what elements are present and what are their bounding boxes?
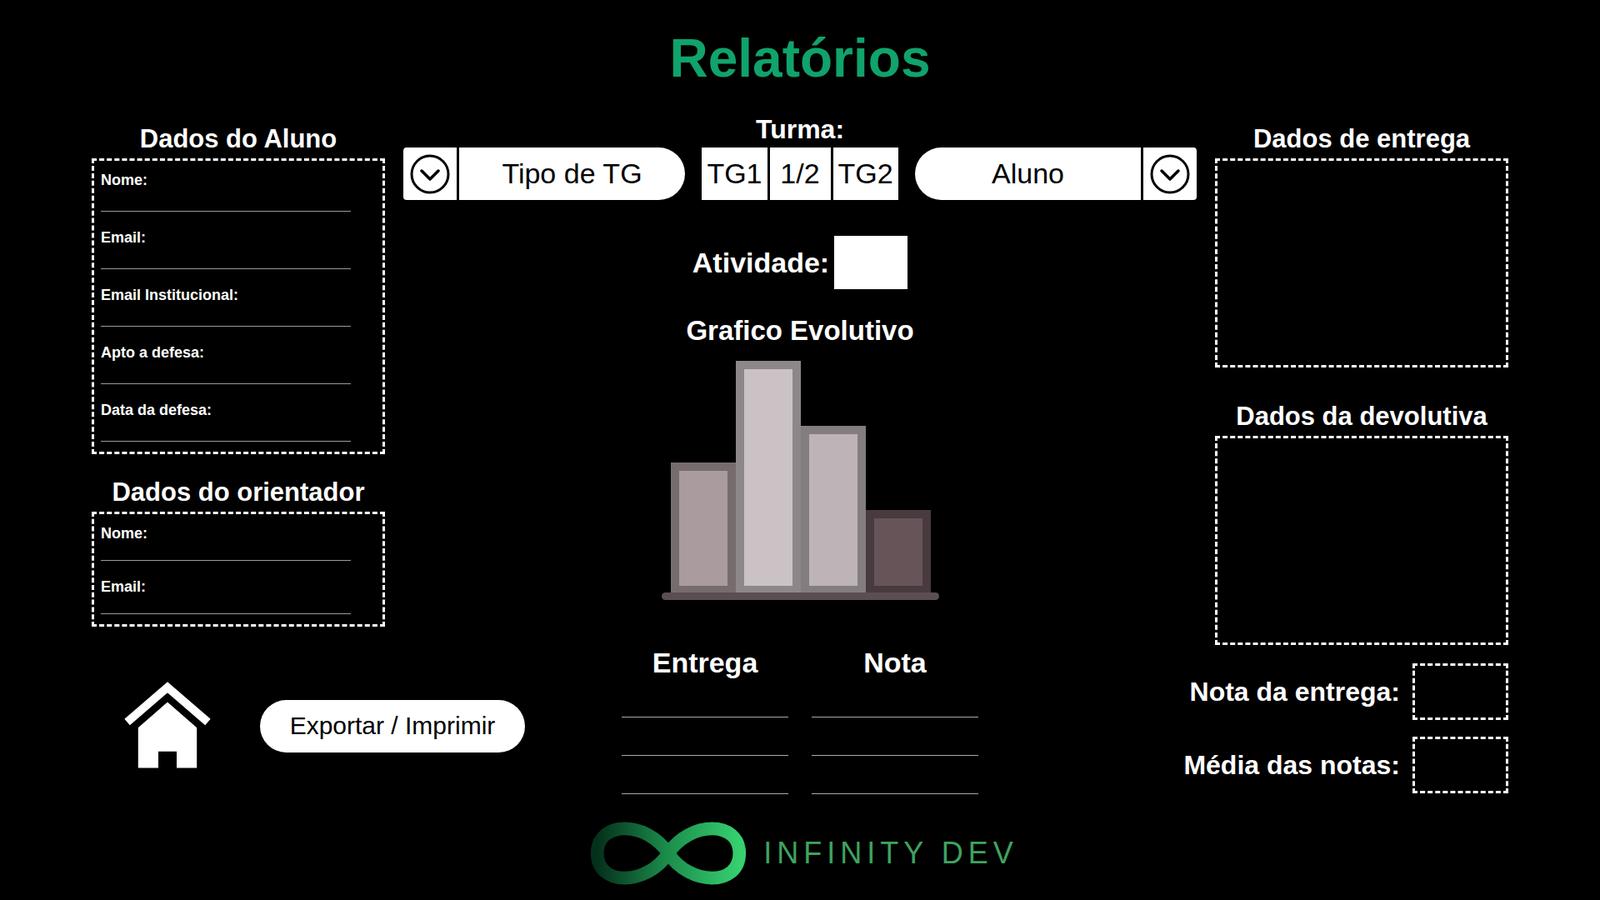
center-column: Tipo de TG Turma:TG11/2TG2 Aluno Atividade:… xyxy=(403,113,1197,795)
advisor-heading: Dados do orientador xyxy=(91,476,385,509)
field-label: Data da defesa: xyxy=(100,400,376,420)
actions-row: Exportar / Imprimir xyxy=(91,680,385,772)
field-label: Email: xyxy=(100,577,376,596)
main-content: Dados do Aluno Nome: Email: Email Instituci… xyxy=(91,113,1509,795)
dropdown-toggle[interactable] xyxy=(1143,147,1197,200)
chevron-down-icon xyxy=(1149,153,1191,195)
chart-bar xyxy=(670,462,736,595)
field-label: Apto a defesa: xyxy=(100,343,376,362)
class-option[interactable]: TG2 xyxy=(830,147,899,200)
field-value xyxy=(100,193,351,212)
brand-name: INFINITY DEV xyxy=(763,835,1018,871)
activity-input[interactable] xyxy=(834,235,908,290)
grades-cell xyxy=(621,717,789,756)
info-field: Email: xyxy=(100,569,376,623)
dropdown-toggle[interactable] xyxy=(403,147,457,200)
page-title: Relatórios xyxy=(670,26,931,90)
summary-row: Nota da entrega: xyxy=(1190,663,1509,720)
student-box: Nome: Email: Email Institucional: Apto a de… xyxy=(91,158,385,455)
filter-row: Tipo de TG Turma:TG11/2TG2 Aluno xyxy=(403,113,1197,200)
home-icon xyxy=(121,680,214,772)
right-column: Dados de entregaDados da devolutivaNota … xyxy=(1215,113,1509,794)
dropdown-value: Tipo de TG xyxy=(456,147,685,200)
grades-cell xyxy=(811,717,979,756)
brand-logo: INFINITY DEV xyxy=(581,810,1018,900)
field-value xyxy=(100,250,351,270)
dropdown-value: Aluno xyxy=(915,147,1144,200)
chart-bars xyxy=(661,354,940,595)
grades-cell xyxy=(811,679,979,718)
class-label: Turma: xyxy=(755,113,845,145)
info-field: Nome: xyxy=(100,515,376,570)
student-heading: Dados do Aluno xyxy=(91,123,385,155)
feedback-box xyxy=(1215,435,1509,645)
summary-label: Média das notas: xyxy=(1183,750,1400,781)
chevron-down-icon xyxy=(409,153,451,195)
field-value xyxy=(100,595,351,615)
field-label: Nome: xyxy=(100,524,376,543)
grades-cell xyxy=(621,679,789,718)
summary-label: Nota da entrega: xyxy=(1190,676,1400,708)
info-field: Nome: xyxy=(100,162,376,220)
class-segment: TG11/2TG2 xyxy=(701,147,898,200)
type-dropdown[interactable]: Tipo de TG xyxy=(403,147,685,200)
chart-bar xyxy=(735,360,801,595)
field-label: Email: xyxy=(100,228,376,247)
info-field: Data da defesa: xyxy=(100,392,376,450)
grades-header: Entrega xyxy=(621,645,789,680)
chart-title: Grafico Evolutivo xyxy=(403,314,1197,348)
activity-row: Atividade: xyxy=(403,235,1197,290)
export-button[interactable]: Exportar / Imprimir xyxy=(260,700,525,753)
field-value xyxy=(100,423,351,442)
activity-label: Atividade: xyxy=(692,246,830,280)
info-field: Email: xyxy=(100,220,376,278)
grades-cell xyxy=(621,755,789,795)
infinity-logo-icon xyxy=(581,810,755,897)
field-value xyxy=(100,542,351,561)
grades-header: Nota xyxy=(811,645,979,680)
class-option[interactable]: TG1 xyxy=(701,147,767,200)
delivery-box xyxy=(1215,158,1509,368)
student-dropdown[interactable]: Aluno xyxy=(915,147,1197,200)
field-label: Nome: xyxy=(100,170,376,190)
grades-table: Entrega Nota xyxy=(403,645,1197,795)
field-label: Email Institucional: xyxy=(100,285,376,305)
feedback-heading: Dados da devolutiva xyxy=(1215,400,1509,433)
summary-value xyxy=(1412,736,1509,794)
field-value xyxy=(100,308,351,327)
chart-bar xyxy=(800,425,866,595)
delivery-heading: Dados de entrega xyxy=(1215,123,1509,155)
class-option[interactable]: 1/2 xyxy=(767,147,831,200)
reports-page: Relatórios Dados do Aluno Nome: Email: Email… xyxy=(0,0,1600,900)
field-value xyxy=(100,365,351,385)
advisor-box: Nome: Email: xyxy=(91,511,385,627)
chart-baseline xyxy=(661,592,940,600)
info-field: Email Institucional: xyxy=(100,277,376,335)
left-column: Dados do Aluno Nome: Email: Email Instituci… xyxy=(91,113,385,772)
bar-chart xyxy=(661,354,940,600)
home-button[interactable] xyxy=(121,680,214,772)
chart-bar xyxy=(865,510,931,595)
info-field: Apto a defesa: xyxy=(100,335,376,393)
grades-cell xyxy=(811,755,979,795)
class-selector: Turma:TG11/2TG2 xyxy=(701,113,898,200)
summary-value xyxy=(1412,663,1509,720)
summary-row: Média das notas: xyxy=(1183,736,1509,794)
